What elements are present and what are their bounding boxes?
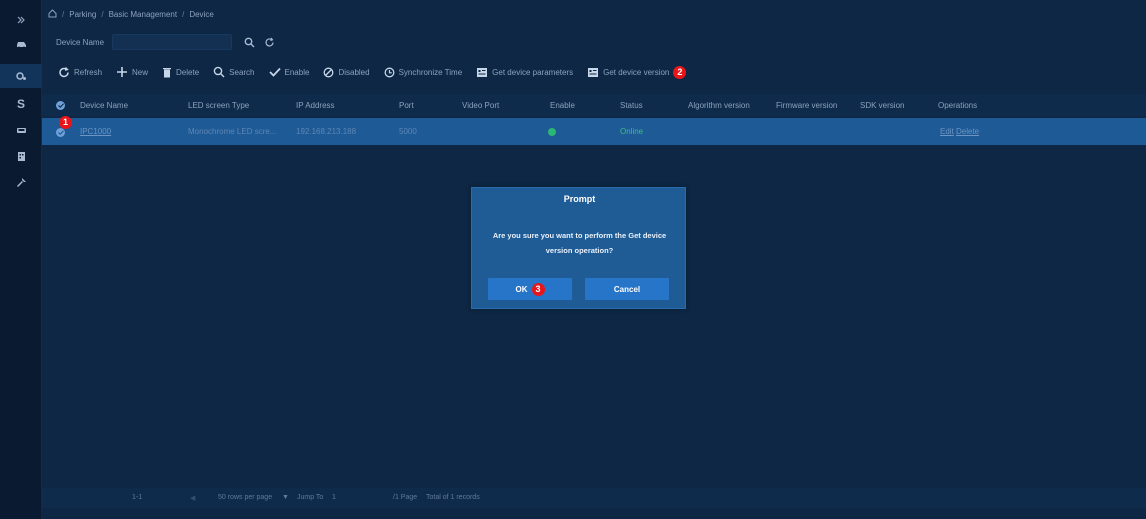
column-port[interactable]: Port bbox=[399, 101, 414, 110]
breadcrumb-item-device: Device bbox=[189, 9, 214, 19]
table-row[interactable]: 1 IPC1000 Monochrome LED scre... 192.168… bbox=[42, 116, 1146, 145]
delete-link[interactable]: Delete bbox=[956, 127, 979, 136]
step-badge-3: 3 bbox=[531, 282, 545, 296]
ip-address-cell: 192.168.213.188 bbox=[296, 127, 357, 136]
plus-icon bbox=[116, 66, 128, 78]
refresh-label: Refresh bbox=[74, 67, 103, 77]
column-operations: Operations bbox=[938, 100, 978, 110]
column-status[interactable]: Status bbox=[620, 101, 643, 110]
column-enable[interactable]: Enable bbox=[550, 101, 575, 110]
page-range: 1-1 bbox=[132, 494, 143, 501]
breadcrumb-separator: / bbox=[182, 9, 185, 19]
cancel-label: Cancel bbox=[613, 284, 641, 294]
chevron-down-icon[interactable]: ▼ bbox=[282, 494, 289, 501]
search-bar: Device Name bbox=[42, 28, 276, 56]
column-firmware-version[interactable]: Firmware version bbox=[776, 101, 837, 110]
dialog-title: Prompt bbox=[563, 194, 596, 204]
clock-icon bbox=[384, 67, 395, 78]
status-online: Online bbox=[620, 127, 644, 136]
device-name-link[interactable]: IPC1000 bbox=[80, 127, 111, 136]
ok-button[interactable]: OK 3 bbox=[488, 278, 572, 300]
device-params-icon bbox=[476, 67, 488, 78]
select-all-checkbox[interactable] bbox=[56, 101, 65, 110]
rows-per-page-select[interactable]: 50 rows per page bbox=[218, 494, 272, 501]
delete-button[interactable]: Delete bbox=[162, 67, 199, 78]
dialog-message: Are you sure you want to perform the Get… bbox=[492, 231, 667, 255]
ban-icon bbox=[323, 67, 334, 78]
device-version-icon bbox=[587, 67, 599, 78]
get-device-version-button[interactable]: Get device version 2 bbox=[587, 65, 687, 79]
column-led-screen-type[interactable]: LED screen Type bbox=[188, 101, 249, 110]
checkmark-icon bbox=[268, 67, 281, 77]
cancel-button[interactable]: Cancel bbox=[585, 278, 669, 300]
get-device-parameters-label: Get device parameters bbox=[492, 67, 574, 77]
sidebar: S bbox=[0, 0, 42, 519]
pagination: 1-1 ◀ 50 rows per page ▼ Jump To 1 /1 Pa… bbox=[42, 488, 1146, 508]
synchronize-time-label: Synchronize Time bbox=[398, 67, 463, 77]
column-device-name[interactable]: Device Name bbox=[80, 101, 128, 110]
breadcrumb: / Parking / Basic Management / Device bbox=[48, 8, 214, 20]
disabled-label: Disabled bbox=[338, 67, 370, 77]
new-label: New bbox=[132, 67, 149, 77]
breadcrumb-item-basic-management[interactable]: Basic Management bbox=[109, 10, 177, 19]
search-icon[interactable] bbox=[242, 35, 256, 49]
total-records: Total of 1 records bbox=[426, 494, 480, 501]
column-video-port[interactable]: Video Port bbox=[462, 101, 499, 110]
page-count: /1 Page bbox=[393, 494, 418, 501]
get-device-version-label: Get device version bbox=[603, 67, 670, 77]
tools-icon[interactable] bbox=[0, 170, 42, 194]
edit-link[interactable]: Edit bbox=[940, 127, 954, 136]
column-algorithm-version[interactable]: Algorithm version bbox=[688, 101, 750, 110]
car-icon[interactable] bbox=[0, 32, 42, 56]
led-screen-type-cell: Monochrome LED scre... bbox=[188, 127, 277, 136]
synchronize-time-button[interactable]: Synchronize Time bbox=[384, 67, 463, 78]
column-ip-address[interactable]: IP Address bbox=[296, 101, 335, 110]
enable-label: Enable bbox=[284, 67, 310, 77]
expand-icon[interactable] bbox=[0, 8, 42, 32]
jump-to-label: Jump To bbox=[297, 494, 324, 501]
refresh-button[interactable]: Refresh bbox=[58, 66, 103, 78]
dollar-icon[interactable]: S bbox=[0, 92, 42, 116]
get-device-parameters-button[interactable]: Get device parameters bbox=[476, 67, 573, 78]
ok-label: OK bbox=[515, 284, 528, 294]
enable-button[interactable]: Enable bbox=[268, 67, 310, 77]
vehicle-icon[interactable] bbox=[0, 118, 42, 142]
enable-status-dot[interactable] bbox=[548, 128, 556, 136]
reset-icon[interactable] bbox=[262, 35, 276, 49]
column-sdk-version[interactable]: SDK version bbox=[860, 101, 904, 110]
disabled-button[interactable]: Disabled bbox=[323, 67, 370, 78]
breadcrumb-separator: / bbox=[101, 9, 104, 19]
step-badge-2: 2 bbox=[673, 65, 687, 79]
device-name-input[interactable] bbox=[112, 34, 233, 50]
search-icon bbox=[213, 66, 225, 78]
home-icon[interactable] bbox=[48, 8, 57, 20]
breadcrumb-item-parking[interactable]: Parking bbox=[69, 10, 96, 19]
search-label: Search bbox=[229, 67, 255, 77]
table-header: Device Name LED screen Type IP Address P… bbox=[42, 94, 1146, 116]
device-name-label: Device Name bbox=[56, 37, 105, 47]
row-checkbox[interactable] bbox=[56, 128, 65, 137]
confirm-dialog: Prompt Are you sure you want to perform … bbox=[471, 187, 686, 309]
settings-icon[interactable] bbox=[0, 64, 42, 88]
trash-icon bbox=[162, 67, 172, 78]
delete-label: Delete bbox=[176, 67, 200, 77]
breadcrumb-separator: / bbox=[62, 9, 65, 19]
refresh-icon bbox=[58, 66, 70, 78]
jump-to-input[interactable]: 1 bbox=[332, 494, 336, 501]
port-cell: 5000 bbox=[399, 127, 417, 136]
new-button[interactable]: New bbox=[116, 66, 148, 78]
prev-page-icon[interactable]: ◀ bbox=[190, 494, 195, 502]
search-button[interactable]: Search bbox=[213, 66, 255, 78]
building-icon[interactable] bbox=[0, 144, 42, 168]
toolbar: Refresh New Delete Search Enable Disable… bbox=[42, 62, 687, 82]
